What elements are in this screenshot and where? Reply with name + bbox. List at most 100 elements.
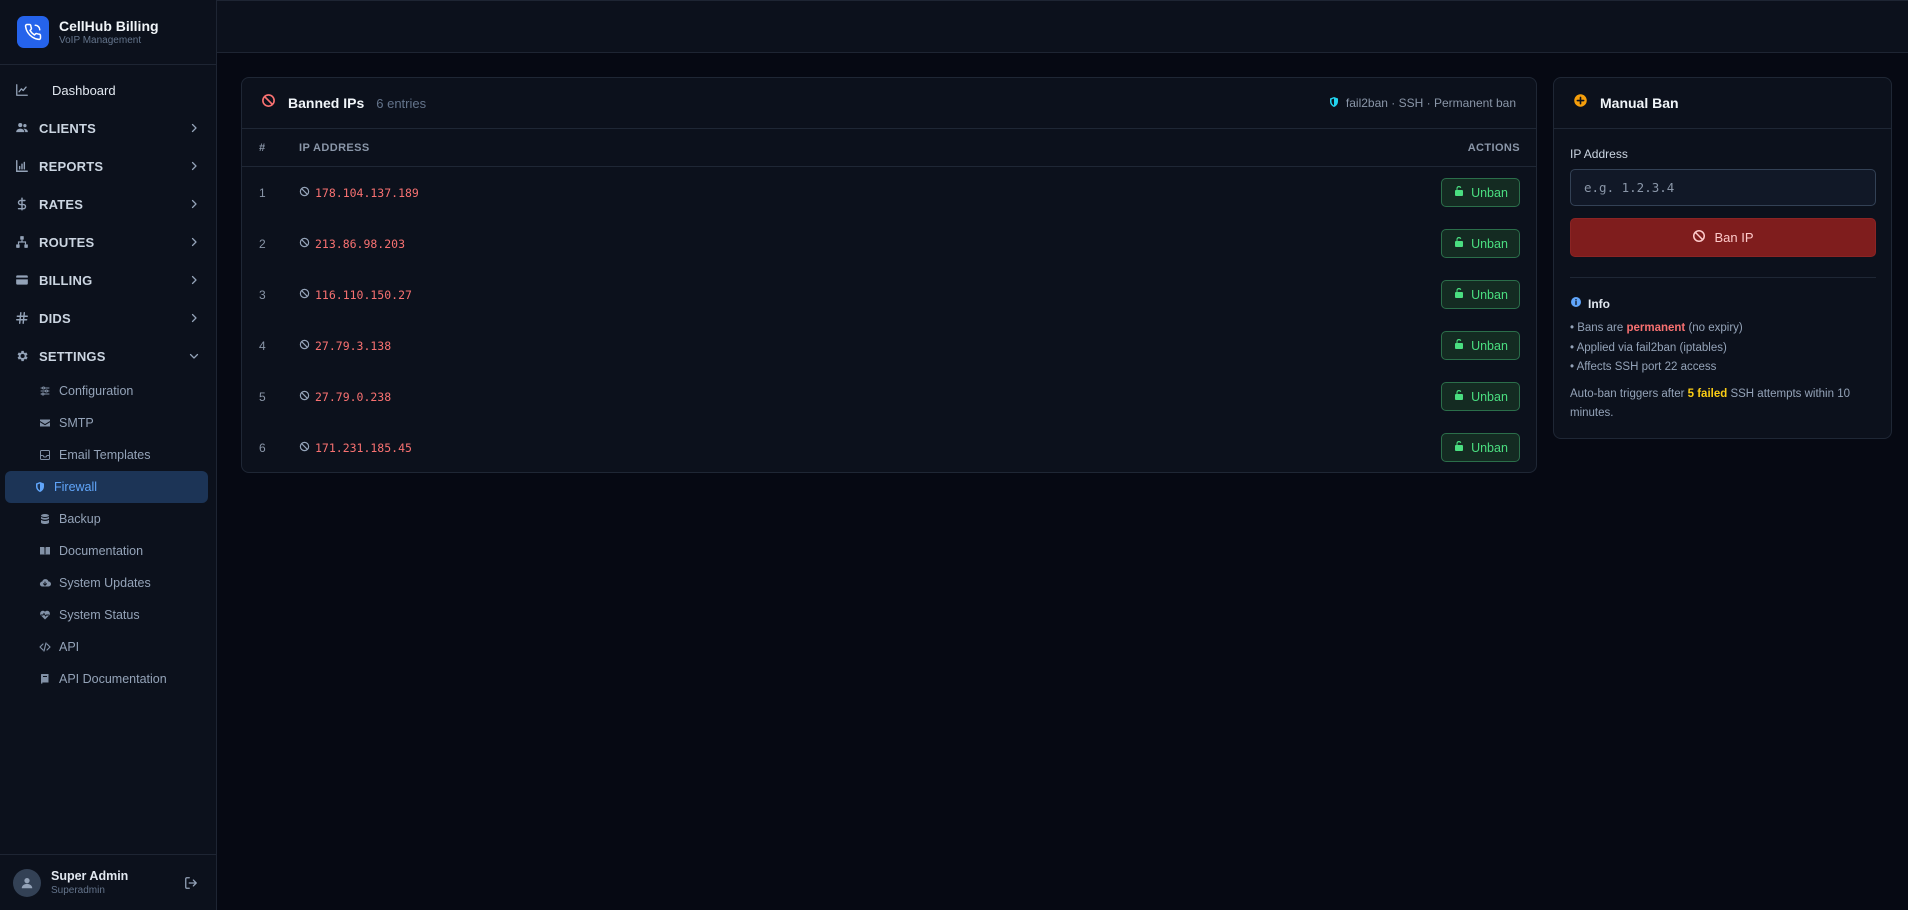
unban-button[interactable]: Unban bbox=[1441, 331, 1520, 360]
unban-label: Unban bbox=[1471, 440, 1508, 455]
sidebar-item-configuration[interactable]: Configuration bbox=[5, 375, 208, 407]
column-ip-address: IP ADDRESS bbox=[299, 141, 370, 154]
nav-rates[interactable]: RATES bbox=[0, 185, 216, 223]
manual-ban-body: IP Address Ban IP Info • Bans are perman… bbox=[1554, 147, 1891, 423]
table-row: 5 27.79.0.238 Unban bbox=[242, 371, 1536, 422]
user-name: Super Admin bbox=[51, 869, 129, 883]
ip-cell: 213.86.98.203 bbox=[299, 235, 1441, 253]
heart-pulse-icon bbox=[38, 609, 51, 622]
chart-bar-icon bbox=[15, 159, 29, 173]
ban-icon bbox=[299, 388, 310, 406]
nav-dashboard-label: Dashboard bbox=[52, 82, 116, 98]
table-row: 4 27.79.3.138 Unban bbox=[242, 320, 1536, 371]
info-title: Info bbox=[1588, 296, 1610, 311]
nav-dashboard[interactable]: Dashboard bbox=[0, 71, 216, 109]
banned-ips-count: 6 entries bbox=[376, 95, 427, 111]
envelope-icon bbox=[38, 417, 51, 430]
nav-billing[interactable]: BILLING bbox=[0, 261, 216, 299]
ip-address: 116.110.150.27 bbox=[315, 287, 412, 302]
table-row: 1 178.104.137.189 Unban bbox=[242, 167, 1536, 218]
shield-icon bbox=[1328, 96, 1340, 111]
unlock-icon bbox=[1453, 389, 1465, 404]
nav-reports[interactable]: REPORTS bbox=[0, 147, 216, 185]
ip-cell: 27.79.0.238 bbox=[299, 388, 1441, 406]
info-item: • Applied via fail2ban (iptables) bbox=[1570, 341, 1727, 354]
unlock-icon bbox=[1453, 287, 1465, 302]
phone-icon bbox=[17, 16, 49, 48]
chevron-right-icon bbox=[188, 198, 200, 210]
sidebar-item-smtp[interactable]: SMTP bbox=[5, 407, 208, 439]
unban-button[interactable]: Unban bbox=[1441, 280, 1520, 309]
users-icon bbox=[15, 121, 29, 135]
ip-cell: 171.231.185.45 bbox=[299, 439, 1441, 457]
info-text: (no expiry) bbox=[1685, 322, 1743, 334]
ban-icon bbox=[299, 337, 310, 355]
sidebar-item-documentation[interactable]: Documentation bbox=[5, 535, 208, 567]
unban-label: Unban bbox=[1471, 185, 1508, 200]
row-number: 3 bbox=[259, 287, 266, 302]
cloud-download-icon bbox=[38, 577, 51, 590]
chart-line-icon bbox=[15, 83, 29, 97]
sidebar-item-api-documentation[interactable]: API Documentation bbox=[5, 663, 208, 695]
unban-button[interactable]: Unban bbox=[1441, 433, 1520, 462]
table-row: 2 213.86.98.203 Unban bbox=[242, 218, 1536, 269]
autoban-text: Auto-ban triggers after bbox=[1570, 387, 1688, 400]
nav-routes-label: ROUTES bbox=[39, 234, 95, 250]
manual-ban-title: Manual Ban bbox=[1600, 95, 1679, 111]
dollar-icon bbox=[15, 197, 29, 211]
row-number: 2 bbox=[259, 236, 266, 251]
sidebar-item-label: Backup bbox=[59, 512, 101, 526]
sliders-icon bbox=[38, 385, 51, 398]
autoban-note: Auto-ban triggers after 5 failed SSH att… bbox=[1570, 385, 1875, 423]
ban-icon bbox=[1692, 229, 1706, 246]
nav-dids[interactable]: DIDS bbox=[0, 299, 216, 337]
banned-ips-meta: fail2ban · SSH · Permanent ban bbox=[1328, 96, 1516, 111]
unlock-icon bbox=[1453, 185, 1465, 200]
unban-label: Unban bbox=[1471, 389, 1508, 404]
sidebar-item-system-updates[interactable]: System Updates bbox=[5, 567, 208, 599]
logout-icon[interactable] bbox=[184, 876, 198, 890]
row-number: 5 bbox=[259, 389, 266, 404]
settings-submenu: Configuration SMTP Email Templates Firew… bbox=[0, 375, 216, 695]
unban-button[interactable]: Unban bbox=[1441, 178, 1520, 207]
sidebar-item-email-templates[interactable]: Email Templates bbox=[5, 439, 208, 471]
info-item: • Bans are permanent (no expiry) bbox=[1570, 319, 1875, 339]
unban-label: Unban bbox=[1471, 338, 1508, 353]
unban-button[interactable]: Unban bbox=[1441, 229, 1520, 258]
ip-address: 171.231.185.45 bbox=[315, 440, 412, 455]
nav-routes[interactable]: ROUTES bbox=[0, 223, 216, 261]
banned-ips-card: Banned IPs 6 entries fail2ban · SSH · Pe… bbox=[241, 77, 1537, 473]
chevron-right-icon bbox=[188, 274, 200, 286]
gear-icon bbox=[15, 349, 29, 363]
info-header: Info bbox=[1570, 296, 1875, 311]
app-subtitle: VoIP Management bbox=[59, 35, 142, 46]
sidebar-item-label: API Documentation bbox=[59, 672, 167, 686]
ban-ip-label: Ban IP bbox=[1714, 230, 1754, 245]
user-panel: Super Admin Superadmin bbox=[0, 854, 216, 910]
unban-button[interactable]: Unban bbox=[1441, 382, 1520, 411]
sidebar-item-api[interactable]: API bbox=[5, 631, 208, 663]
table-row: 3 116.110.150.27 Unban bbox=[242, 269, 1536, 320]
row-number: 1 bbox=[259, 185, 266, 200]
nav-settings[interactable]: SETTINGS bbox=[0, 337, 216, 375]
sidebar-item-system-status[interactable]: System Status bbox=[5, 599, 208, 631]
nav-reports-label: REPORTS bbox=[39, 158, 104, 174]
ip-address-input[interactable] bbox=[1570, 169, 1876, 206]
sidebar-item-firewall[interactable]: Firewall bbox=[5, 471, 208, 503]
nav-clients-label: CLIENTS bbox=[39, 120, 97, 136]
unlock-icon bbox=[1453, 236, 1465, 251]
table-header: # IP ADDRESS ACTIONS bbox=[242, 129, 1536, 167]
sidebar-item-backup[interactable]: Backup bbox=[5, 503, 208, 535]
sidebar-item-label: Documentation bbox=[59, 544, 144, 558]
info-icon bbox=[1570, 296, 1582, 311]
nav-clients[interactable]: CLIENTS bbox=[0, 109, 216, 147]
ban-ip-button[interactable]: Ban IP bbox=[1570, 218, 1876, 257]
ban-icon bbox=[299, 439, 310, 457]
manual-ban-card: Manual Ban IP Address Ban IP Info • Bans… bbox=[1553, 77, 1892, 439]
app-title: CellHub Billing bbox=[59, 18, 159, 34]
ip-address: 27.79.0.238 bbox=[315, 389, 392, 404]
chevron-down-icon bbox=[188, 350, 200, 362]
sidebar-item-label: Email Templates bbox=[59, 448, 151, 462]
avatar[interactable] bbox=[13, 868, 41, 897]
brand[interactable]: CellHub Billing VoIP Management bbox=[0, 0, 216, 65]
